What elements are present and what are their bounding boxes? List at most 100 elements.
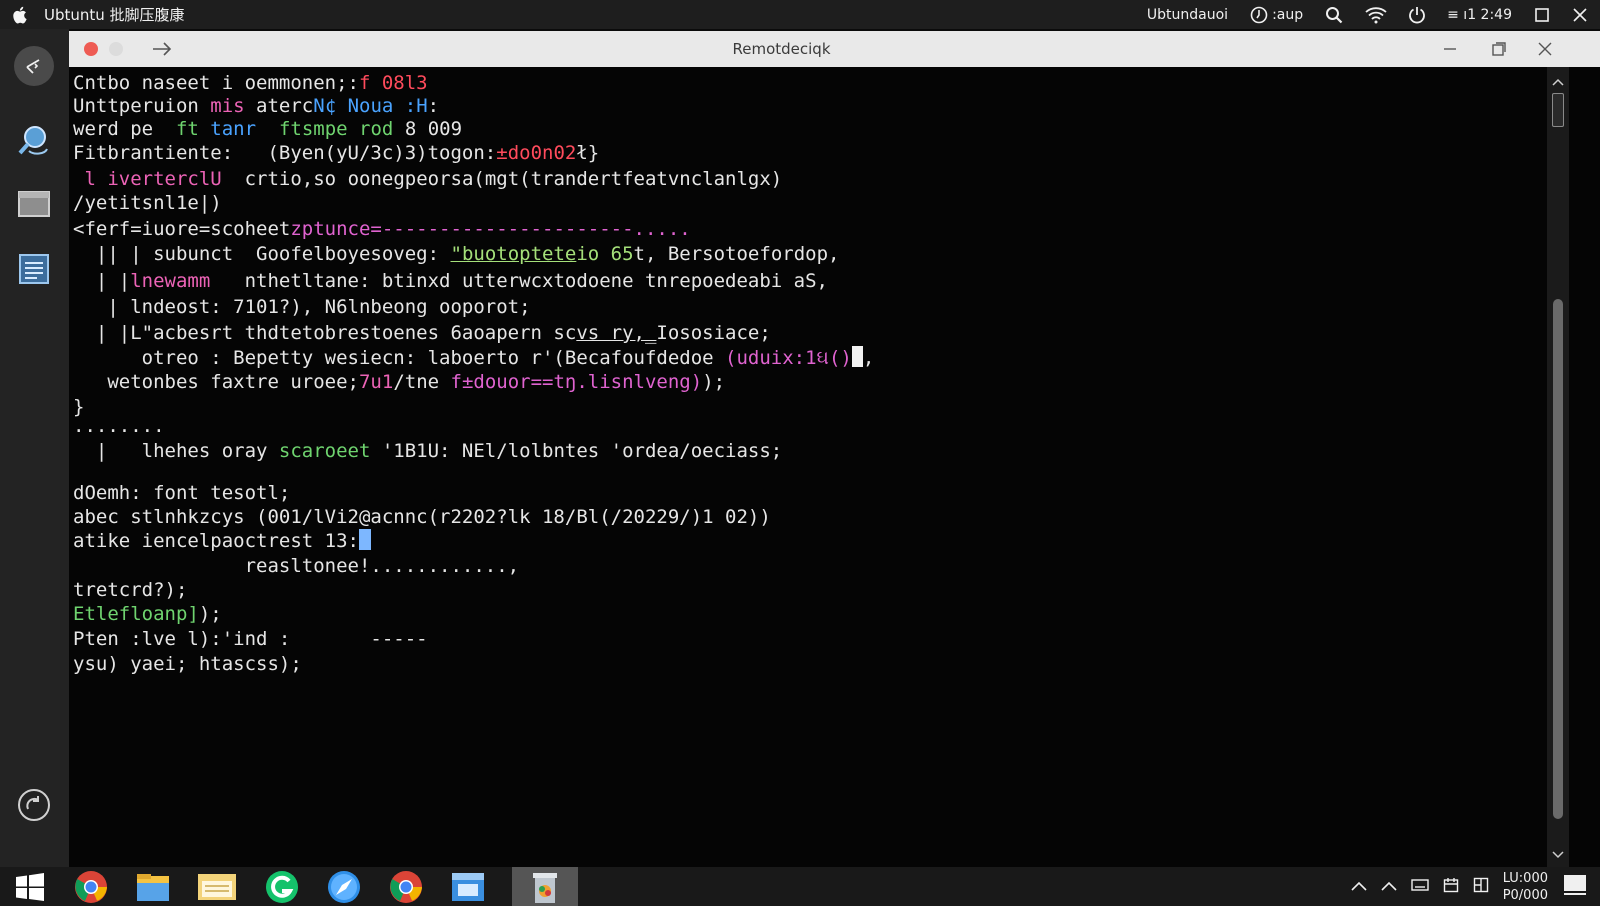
scroll-thumb[interactable] [1553,299,1563,819]
recycle-bin-icon[interactable] [525,869,565,905]
terminal-line: /yetitsnl1e|) [73,191,222,216]
window-minimize-button[interactable] [1439,38,1461,60]
terminal-text-segment: nthetltane: btinxd utterwcxtodoene tnrep… [210,270,828,292]
terminal-text-segment: yesoveg: [347,243,451,265]
window-titlebar[interactable]: Remotdeciqk [69,31,1600,67]
battery-status[interactable]: ≡ ı1 2:49 [1447,7,1512,23]
window-title: Remotdeciqk [732,40,831,58]
chrome-second-icon[interactable] [386,869,426,905]
dock-share-button[interactable] [14,46,54,86]
terminal-text-segment: werd pe [73,118,176,140]
terminal-text-segment: dOemh: font tesotl; [73,482,291,504]
terminal-text-segment: || | subunct Goofelbo [73,243,348,265]
terminal-text-segment: ); [702,371,726,393]
scroll-minimap[interactable] [1552,93,1564,127]
window-maximize-button[interactable] [1488,38,1510,60]
tray-overflow-chevron-icon[interactable] [1351,877,1367,896]
terminal-text-segment: f 08l3 [358,72,428,94]
text-cursor [358,529,371,550]
terminal-output[interactable]: Cntbo naseet i oemmonen;:f 08l3 Unttperui… [69,67,1547,867]
tray-calendar-icon[interactable] [1443,877,1459,897]
terminal-text-segment: | |L"acbesrt thdtetobrestoenes 6aoapern … [73,322,577,344]
dock-documents-button[interactable] [14,249,54,289]
accessibility-status[interactable]: :aup [1250,6,1303,24]
window-close-button[interactable] [1534,38,1556,60]
notes-folder-icon[interactable] [197,869,237,905]
terminal-text-segment: ftsmpe [278,118,348,140]
terminal-line: | |lnewamm nthetltane: btinxd utterwcxto… [73,269,828,294]
search-icon[interactable] [1325,6,1343,24]
tray-caret-up-icon[interactable] [1381,877,1397,896]
terminal-line: Etlefloanp]); [73,602,222,627]
terminal-line: | |L"acbesrt thdtetobrestoenes 6aoapern … [73,321,771,346]
wifi-icon[interactable] [1365,6,1387,24]
terminal-text-segment: wetonbes faxtre uroee; [73,371,359,393]
terminal-text-segment: '1B1U: NEl/lolbntes 'ordea/oeciass; [370,440,783,462]
terminal-line: | lhehes oray scaroeet '1B1U: NEl/lolbnt… [73,439,782,464]
terminal-text-segment: <ferf=iuore=scoheet [73,218,291,240]
terminal-text-segment: otreo : Bepetty wesiecn: laboerto r'(Bec… [73,347,726,369]
grammarly-icon[interactable] [262,869,302,905]
safari-compass-icon[interactable] [324,869,364,905]
terminal-text-segment: l iverterclU [84,168,222,190]
terminal-line: ysu) yaei; htascss); [73,652,302,677]
start-windows-icon[interactable] [10,869,50,905]
terminal-line: dOemh: font tesotl; [73,481,290,506]
terminal-line: werd pe ft tanr ftsmpe rod 8 009 [73,117,462,142]
terminal-text-segment: /tne [393,371,451,393]
terminal-text-segment: atike iencelpaoctrest 13: [73,530,359,552]
terminal-line: otreo : Bepetty wesiecn: laboerto r'(Bec… [73,346,874,371]
system-top-bar: Ubtuntu 批脚压腹康 Ubtundauoi :aup ≡ ı1 2:49 [0,0,1600,29]
dock-files-button[interactable] [14,183,54,223]
remote-desktop-window: Remotdeciqk Cntbo naseet i oemmonen;:f 0… [69,31,1600,867]
terminal-text-segment: zptunce=----------------------..... [290,218,691,240]
terminal-line: Pten :lve l):'ind : ----- [73,627,428,652]
tray-notes-icon[interactable] [1473,877,1489,897]
power-icon[interactable] [1409,6,1425,24]
terminal-text-segment: abec stlnhkzcys (001/lVi2@acnnc(r2202?lk… [73,506,771,528]
terminal-text-segment: Iososiace; [656,322,771,344]
terminal-text-segment: 7u1 [358,371,394,393]
chrome-icon[interactable] [71,869,111,905]
refresh-circle-icon [18,789,50,821]
terminal-text-segment: mis [210,95,245,117]
vertical-scrollbar[interactable] [1547,67,1569,867]
taskbar-clock[interactable]: LU:000 P0/000 [1503,870,1548,904]
clock-circle-icon [1250,6,1268,23]
tray-keyboard-icon[interactable] [1410,877,1429,896]
terminal-text-segment: Unttperuion [73,95,211,117]
terminal-text-segment: "buotoptete [450,243,577,265]
terminal-text-segment: ........ [73,415,165,437]
dock-refresh-button[interactable] [14,785,54,825]
scroll-up-icon[interactable] [1552,71,1564,90]
terminal-text-segment: 8 009 [393,118,463,140]
terminal-text-segment: Pten :lve l):'ind : ----- [73,628,428,650]
maximize-icon[interactable] [1534,7,1550,23]
magnifier-icon [18,126,48,155]
terminal-text-segment: | lndeost: 7101?), N6lnbeong ooporot; [73,296,531,318]
minimize-icon [1444,48,1456,50]
store-window-icon[interactable] [448,869,488,905]
terminal-text-segment: crtio,so oonegpeorsa(mgt(trandertfeatvnc… [221,168,783,190]
terminal-text-segment: ±do0n02 [496,142,577,164]
taskbar: LU:000 P0/000 [0,867,1600,906]
dock-search-button[interactable] [14,121,54,161]
close-icon[interactable] [1572,7,1588,23]
app-menu-title[interactable]: Ubtuntu 批脚压腹康 [44,4,185,25]
apple-logo-icon[interactable] [12,6,30,24]
active-task-highlight[interactable] [512,867,578,906]
terminal-line: <ferf=iuore=scoheetzptunce=-------------… [73,217,691,242]
scroll-down-icon[interactable] [1552,844,1564,863]
terminal-line: || | subunct Goofelboyesoveg: "buotoptet… [73,242,840,267]
notification-center-icon[interactable] [1562,873,1588,901]
user-menu-label[interactable]: Ubtundauoi [1147,7,1228,23]
terminal-text-segment: vs ry,_ [576,322,657,344]
terminal-text-segment: Etlefloanp] [73,603,199,625]
terminal-line: abec stlnhkzcys (001/lVi2@acnnc(r2202?lk… [73,505,771,530]
file-explorer-icon[interactable] [133,869,173,905]
terminal-text-segment: rod [359,118,394,140]
terminal-text-segment: Fitbrantiente: (Byen(yU/3c)3)togon: [73,142,497,164]
